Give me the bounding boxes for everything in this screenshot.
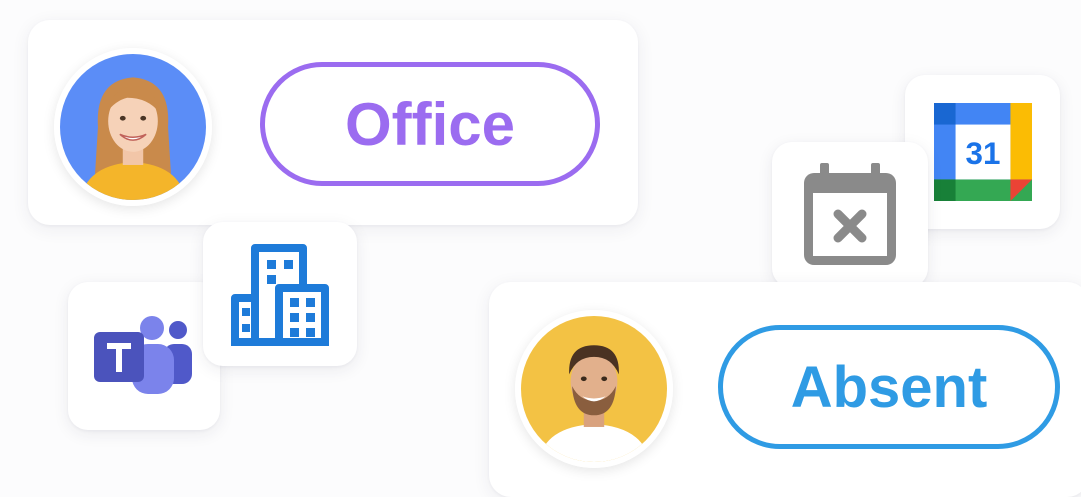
man-portrait bbox=[521, 316, 667, 462]
building-tile[interactable] bbox=[203, 222, 357, 366]
status-badge-absent: Absent bbox=[718, 325, 1060, 449]
avatar-woman bbox=[54, 48, 212, 206]
status-label-absent: Absent bbox=[790, 354, 988, 420]
microsoft-teams-icon bbox=[94, 316, 192, 394]
office-status-card: Office bbox=[28, 20, 638, 225]
teams-tile[interactable] bbox=[68, 282, 220, 430]
calendar-cancel-tile[interactable] bbox=[772, 142, 928, 288]
office-building-icon bbox=[231, 244, 329, 346]
calendar-cancel-icon bbox=[804, 163, 896, 265]
google-calendar-day: 31 bbox=[965, 136, 1000, 171]
avatar-man bbox=[515, 310, 673, 468]
absent-status-card: Absent bbox=[489, 282, 1081, 497]
woman-portrait bbox=[60, 54, 206, 200]
google-calendar-tile[interactable]: 31 bbox=[905, 75, 1060, 229]
status-label-office: Office bbox=[344, 90, 516, 158]
google-calendar-icon: 31 bbox=[933, 103, 1032, 201]
status-badge-office: Office bbox=[260, 62, 600, 186]
